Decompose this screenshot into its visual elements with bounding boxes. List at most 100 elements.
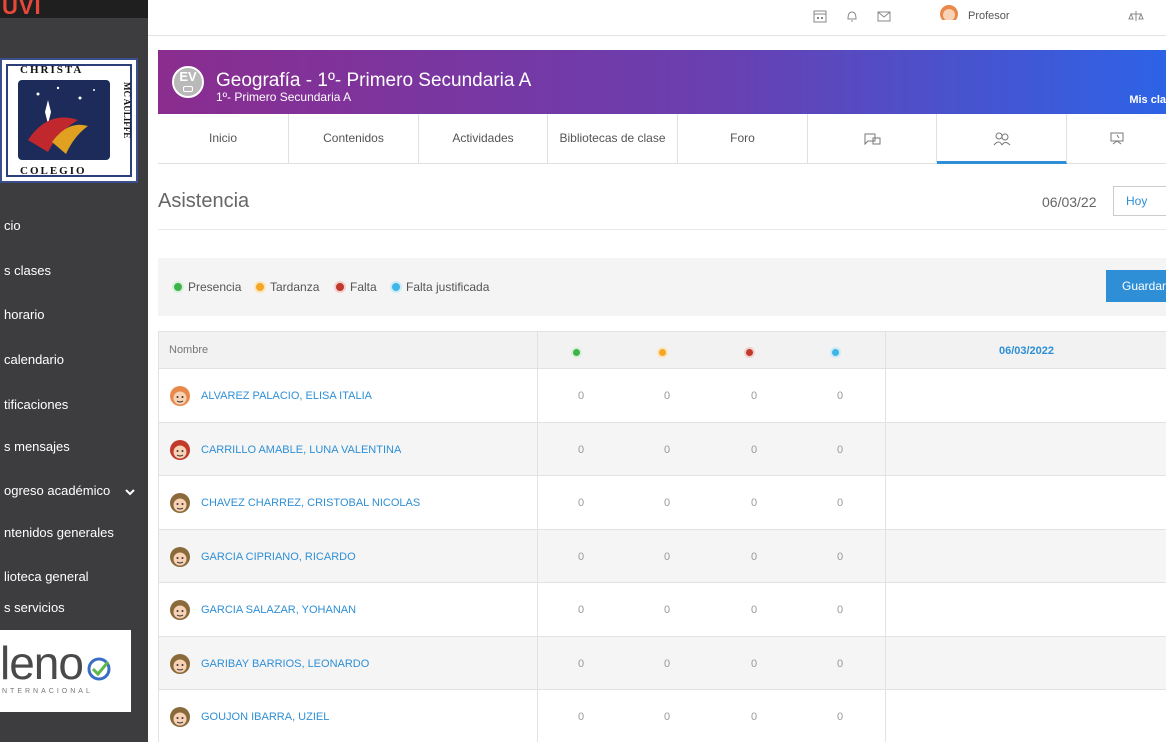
student-name-link[interactable]: CARRILLO AMABLE, LUNA VALENTINA <box>201 444 401 456</box>
present-count: 0 <box>577 550 585 563</box>
present-column-icon <box>571 347 582 358</box>
late-count: 0 <box>663 443 671 456</box>
late-column-icon <box>657 347 668 358</box>
present-count: 0 <box>577 604 585 616</box>
chevron-down-icon[interactable] <box>124 486 136 498</box>
tab-actividades[interactable]: Actividades <box>419 114 548 164</box>
excused-dot-icon <box>390 281 402 293</box>
student-name-link[interactable]: ALVAREZ PALACIO, ELISA ITALIA <box>201 390 372 402</box>
class-title: Geografía - 1º- Primero Secundaria A <box>216 70 532 91</box>
legend-presencia: Presencia <box>172 280 241 294</box>
tab-asistencia[interactable] <box>937 114 1067 164</box>
save-button[interactable]: Guardar <box>1106 270 1166 302</box>
avatar <box>170 707 190 727</box>
platform-logo-text: UVI <box>2 0 42 19</box>
column-header-date[interactable]: 06/03/2022 <box>886 345 1166 357</box>
balance-icon[interactable] <box>1128 8 1144 24</box>
table-row: GARIBAY BARRIOS, LEONARDO 0 0 0 0 <box>158 636 1166 690</box>
presentation-icon <box>864 133 881 146</box>
student-name-link[interactable]: GOUJON IBARRA, UZIEL <box>201 711 329 723</box>
tab-foro[interactable]: Foro <box>678 114 808 164</box>
people-icon <box>993 132 1010 146</box>
late-dot-icon <box>254 281 266 293</box>
table-header: Nombre 06/03/2022 <box>158 331 1166 369</box>
school-logo: CHRISTA MC AULIFFE COLEGIO <box>0 58 138 183</box>
attendance-cell[interactable] <box>886 583 1166 636</box>
attendance-cell[interactable] <box>886 423 1166 476</box>
column-header-name: Nombre <box>169 344 209 356</box>
school-logo-bottom-text: COLEGIO <box>20 165 87 177</box>
sidebar: UVI CHRISTA MC AULIFFE COLEGIO cio s cla… <box>0 0 148 742</box>
class-tabs: Inicio Contenidos Actividades Biblioteca… <box>158 114 1166 164</box>
present-count: 0 <box>577 711 585 723</box>
sidebar-item-horario[interactable]: horario <box>0 303 148 327</box>
absent-count: 0 <box>750 497 758 509</box>
avatar <box>170 653 190 674</box>
student-name-link[interactable]: GARIBAY BARRIOS, LEONARDO <box>201 658 369 670</box>
sidebar-item-servicios[interactable]: s servicios <box>0 596 148 620</box>
school-logo-top-text: CHRISTA <box>20 64 84 76</box>
sidebar-item-mis-clases[interactable]: s clases <box>0 259 148 283</box>
legend-tardanza: Tardanza <box>254 280 319 294</box>
absent-count: 0 <box>750 550 758 563</box>
table-row: GOUJON IBARRA, UZIEL 0 0 0 0 <box>158 690 1166 742</box>
late-count: 0 <box>663 390 671 402</box>
tab-contenidos[interactable]: Contenidos <box>289 114 419 164</box>
calendar-icon[interactable] <box>812 8 828 24</box>
today-button[interactable]: Hoy <box>1113 186 1166 216</box>
present-count: 0 <box>577 657 585 670</box>
present-dot-icon <box>172 281 184 293</box>
tab-bibliotecas[interactable]: Bibliotecas de clase <box>548 114 678 164</box>
attendance-cell[interactable] <box>886 476 1166 529</box>
avatar <box>170 439 190 460</box>
table-row: GARCIA SALAZAR, YOHANAN 0 0 0 0 <box>158 583 1166 637</box>
table-row: CARRILLO AMABLE, LUNA VALENTINA 0 0 0 0 <box>158 422 1166 476</box>
bell-icon[interactable] <box>844 8 860 24</box>
sidebar-item-notificaciones[interactable]: tificaciones <box>0 393 148 417</box>
class-banner: EV Geografía - 1º- Primero Secundaria A … <box>158 50 1166 114</box>
late-count: 0 <box>663 550 671 563</box>
sidebar-item-inicio[interactable]: cio <box>0 214 148 238</box>
avatar <box>170 600 190 620</box>
excused-count: 0 <box>836 390 844 402</box>
avatar <box>170 546 190 567</box>
excused-count: 0 <box>836 711 844 723</box>
student-name-link[interactable]: CHAVEZ CHARREZ, CRISTOBAL NICOLAS <box>201 497 420 509</box>
absent-column-icon <box>744 347 755 358</box>
mail-icon[interactable] <box>876 8 892 24</box>
late-count: 0 <box>663 711 671 723</box>
profile-label[interactable]: Profesor <box>968 10 1010 22</box>
partner-logo-subtext: NTERNACIONAL <box>2 688 93 695</box>
table-row: GARCIA CIPRIANO, RICARDO 0 0 0 0 <box>158 529 1166 583</box>
attendance-cell[interactable] <box>886 369 1166 422</box>
attendance-cell[interactable] <box>886 637 1166 690</box>
absent-count: 0 <box>750 390 758 402</box>
present-count: 0 <box>577 497 585 509</box>
class-avatar-text: EV <box>179 69 197 84</box>
avatar[interactable] <box>936 2 962 20</box>
sidebar-item-mensajes[interactable]: s mensajes <box>0 435 148 459</box>
avatar <box>170 386 190 406</box>
student-name-link[interactable]: GARCIA CIPRIANO, RICARDO <box>201 551 356 563</box>
attendance-cell[interactable] <box>886 530 1166 583</box>
sidebar-item-calendario[interactable]: calendario <box>0 348 148 372</box>
attendance-cell[interactable] <box>886 690 1166 742</box>
page-title: Asistencia <box>158 190 250 212</box>
school-logo-side-text: MC AULIFFE <box>122 82 132 139</box>
excused-count: 0 <box>836 657 844 670</box>
present-count: 0 <box>577 443 585 456</box>
absent-count: 0 <box>750 711 758 723</box>
tab-whiteboard[interactable] <box>808 114 937 164</box>
tab-inicio[interactable]: Inicio <box>158 114 289 164</box>
tab-evaluaciones[interactable] <box>1067 114 1166 164</box>
class-subtitle: 1º- Primero Secundaria A <box>216 90 352 104</box>
sidebar-item-biblioteca-general[interactable]: lioteca general <box>0 565 148 589</box>
late-count: 0 <box>663 604 671 616</box>
sidebar-item-contenidos-generales[interactable]: ntenidos generales <box>0 521 148 545</box>
class-avatar: EV <box>172 66 204 98</box>
student-name-link[interactable]: GARCIA SALAZAR, YOHANAN <box>201 604 356 616</box>
present-count: 0 <box>577 390 585 402</box>
absent-dot-icon <box>334 281 346 293</box>
excused-count: 0 <box>836 497 844 509</box>
my-classes-link[interactable]: Mis cla <box>1129 94 1166 106</box>
